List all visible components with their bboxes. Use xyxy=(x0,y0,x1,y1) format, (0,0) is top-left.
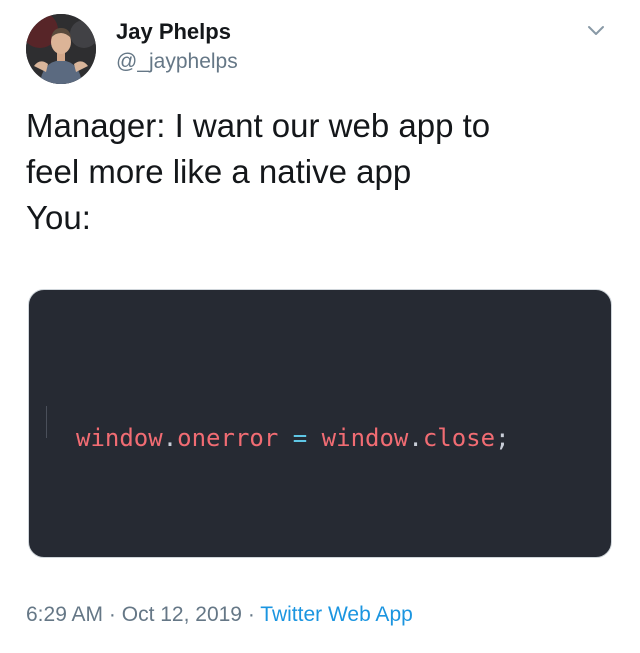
avatar[interactable] xyxy=(26,14,96,84)
tweet-meta: 6:29 AM · Oct 12, 2019 · Twitter Web App xyxy=(26,600,413,630)
meta-separator: · xyxy=(103,603,122,626)
code-token: = xyxy=(278,424,322,452)
tweet-card: Jay Phelps @_jayphelps Manager: I want o… xyxy=(0,0,640,653)
code-gutter xyxy=(46,406,47,438)
code-token: . xyxy=(408,424,423,452)
tweet-text-line: feel more like a native app xyxy=(26,153,412,190)
tweet-header: Jay Phelps @_jayphelps xyxy=(26,14,616,84)
display-name[interactable]: Jay Phelps xyxy=(116,18,238,46)
tweet-date[interactable]: Oct 12, 2019 xyxy=(122,603,242,626)
code-token: . xyxy=(162,424,178,452)
tweet-source-link[interactable]: Twitter Web App xyxy=(260,603,413,626)
tweet-time[interactable]: 6:29 AM xyxy=(26,603,103,626)
chevron-down-icon[interactable] xyxy=(584,18,608,42)
code-token: ; xyxy=(495,424,510,452)
author-names: Jay Phelps @_jayphelps xyxy=(116,18,238,76)
meta-separator: · xyxy=(241,603,261,626)
code-snippet: window.onerror = window.close; xyxy=(76,423,510,453)
code-token: close xyxy=(422,424,496,452)
tweet-media-image[interactable]: window.onerror = window.close; xyxy=(28,289,612,558)
tweet-text: Manager: I want our web app to feel more… xyxy=(26,103,616,241)
code-token: onerror xyxy=(177,424,279,452)
tweet-text-line: You: xyxy=(26,199,91,236)
handle[interactable]: @_jayphelps xyxy=(116,48,238,76)
tweet-text-line: Manager: I want our web app to xyxy=(26,107,491,144)
code-token: window xyxy=(76,424,163,452)
code-token: window xyxy=(321,424,409,452)
